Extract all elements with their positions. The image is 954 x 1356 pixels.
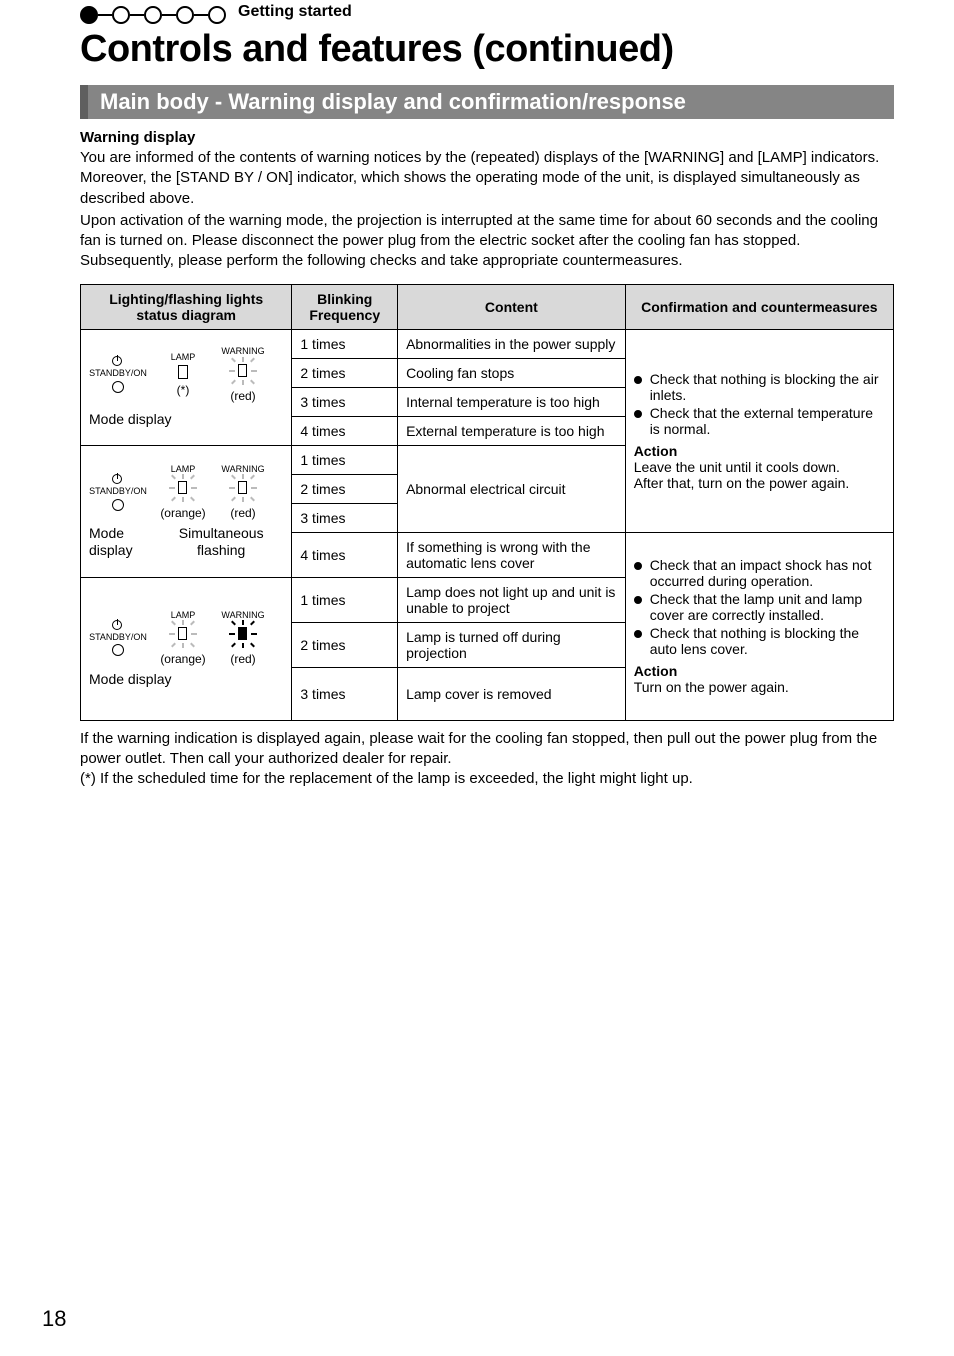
- table-header-row: Lighting/flashing lights status diagram …: [81, 284, 894, 329]
- mode-display-label: Mode display: [89, 411, 283, 428]
- standby-label: STANDBY/ON: [89, 368, 147, 378]
- counter-bullet: Check that the lamp unit and lamp cover …: [634, 591, 885, 623]
- freq-cell: 2 times: [292, 622, 398, 667]
- action-text: Leave the unit until it cools down.: [634, 459, 885, 475]
- freq-cell: 1 times: [292, 445, 398, 474]
- mode-display-label: Mode display: [89, 525, 147, 559]
- warning-display-subhead: Warning display: [80, 129, 894, 146]
- lamp-label: LAMP: [159, 352, 207, 363]
- lamp-label: LAMP: [159, 464, 207, 475]
- warning-lit-icon: [229, 620, 257, 648]
- simultaneous-label: Simultaneous flashing: [159, 525, 283, 559]
- warning-red: (red): [219, 389, 267, 403]
- counter-cell-1: Check that nothing is blocking the air i…: [625, 329, 893, 532]
- step-1-icon: [80, 6, 98, 24]
- intro-paragraph-1: You are informed of the contents of warn…: [80, 148, 894, 209]
- standby-circle-icon: [112, 499, 124, 511]
- freq-cell: 4 times: [292, 416, 398, 445]
- counter-bullet: Check that nothing is blocking the air i…: [634, 371, 885, 403]
- warning-table: Lighting/flashing lights status diagram …: [80, 284, 894, 721]
- freq-cell: 3 times: [292, 503, 398, 532]
- counter-bullet: Check that nothing is blocking the auto …: [634, 625, 885, 657]
- content-cell: Lamp does not light up and unit is unabl…: [398, 577, 626, 622]
- step-4-icon: [176, 6, 194, 24]
- warning-label: WARNING: [219, 464, 267, 475]
- warning-red: (red): [219, 506, 267, 520]
- step-connector: [194, 14, 208, 16]
- step-2-icon: [112, 6, 130, 24]
- content-cell: Abnormal electrical circuit: [398, 445, 626, 532]
- lamp-star: (*): [159, 383, 207, 397]
- footer-paragraph-1: If the warning indication is displayed a…: [80, 729, 894, 770]
- progress-header: Getting started: [80, 0, 894, 24]
- freq-cell: 1 times: [292, 577, 398, 622]
- lamp-box-icon: [178, 365, 188, 379]
- content-cell: Cooling fan stops: [398, 358, 626, 387]
- diagram-cell-3: STANDBY/ON LAMP (orange) WARNING: [81, 577, 292, 720]
- col-header-counter: Confirmation and countermeasures: [625, 284, 893, 329]
- footer-paragraph-2: (*) If the scheduled time for the replac…: [80, 769, 894, 789]
- freq-cell: 3 times: [292, 667, 398, 720]
- step-5-icon: [208, 6, 226, 24]
- content-cell: Abnormalities in the power supply: [398, 329, 626, 358]
- warning-label: WARNING: [219, 346, 267, 357]
- diagram-cell-2: STANDBY/ON LAMP (orange) WARNING: [81, 445, 292, 577]
- content-cell: If something is wrong with the automatic…: [398, 532, 626, 577]
- power-icon: [112, 356, 122, 366]
- warning-red: (red): [219, 652, 267, 666]
- power-icon: [112, 620, 122, 630]
- content-cell: Lamp is turned off during projection: [398, 622, 626, 667]
- freq-cell: 2 times: [292, 474, 398, 503]
- col-header-diagram: Lighting/flashing lights status diagram: [81, 284, 292, 329]
- counter-cell-2: Check that an impact shock has not occur…: [625, 532, 893, 720]
- table-row: STANDBY/ON LAMP (*) WARNING (red): [81, 329, 894, 358]
- step-connector: [98, 14, 112, 16]
- section-heading: Main body - Warning display and confirma…: [80, 85, 894, 119]
- step-3-icon: [144, 6, 162, 24]
- lamp-flash-icon: [169, 620, 197, 648]
- standby-label: STANDBY/ON: [89, 486, 147, 496]
- progress-indicator: [80, 6, 226, 24]
- standby-circle-icon: [112, 644, 124, 656]
- standby-circle-icon: [112, 381, 124, 393]
- action-text: Turn on the power again.: [634, 679, 885, 695]
- freq-cell: 2 times: [292, 358, 398, 387]
- diagram-cell-1: STANDBY/ON LAMP (*) WARNING (red): [81, 329, 292, 445]
- action-label: Action: [634, 443, 885, 459]
- lamp-orange: (orange): [159, 506, 207, 520]
- page-title: Controls and features (continued): [80, 28, 894, 71]
- lamp-orange: (orange): [159, 652, 207, 666]
- freq-cell: 1 times: [292, 329, 398, 358]
- action-label: Action: [634, 663, 885, 679]
- col-header-content: Content: [398, 284, 626, 329]
- action-text: After that, turn on the power again.: [634, 475, 885, 491]
- page-number: 18: [42, 1306, 66, 1332]
- freq-cell: 3 times: [292, 387, 398, 416]
- content-cell: Lamp cover is removed: [398, 667, 626, 720]
- lamp-flash-icon: [169, 474, 197, 502]
- intro-paragraph-2: Upon activation of the warning mode, the…: [80, 211, 894, 272]
- power-icon: [112, 474, 122, 484]
- mode-display-label: Mode display: [89, 671, 283, 688]
- content-cell: Internal temperature is too high: [398, 387, 626, 416]
- warning-flash-icon: [229, 474, 257, 502]
- lamp-label: LAMP: [159, 610, 207, 621]
- standby-label: STANDBY/ON: [89, 632, 147, 642]
- counter-bullet: Check that the external temperature is n…: [634, 405, 885, 437]
- warning-flash-icon: [229, 357, 257, 385]
- progress-label: Getting started: [238, 3, 352, 21]
- counter-bullet: Check that an impact shock has not occur…: [634, 557, 885, 589]
- step-connector: [162, 14, 176, 16]
- col-header-freq: Blinking Frequency: [292, 284, 398, 329]
- freq-cell: 4 times: [292, 532, 398, 577]
- warning-label: WARNING: [219, 610, 267, 621]
- step-connector: [130, 14, 144, 16]
- content-cell: External temperature is too high: [398, 416, 626, 445]
